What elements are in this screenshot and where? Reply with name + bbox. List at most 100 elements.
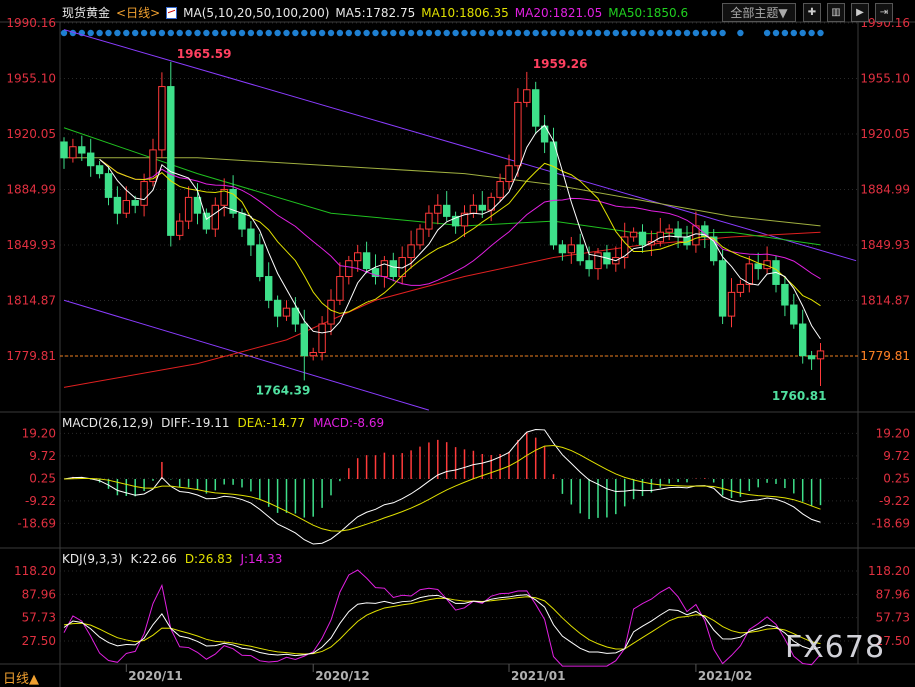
chart-canvas[interactable]: 1990.16 1990.161955.10 1955.101920.05 1920.… [0,0,915,687]
signal-dot [594,29,602,37]
candle-down [718,260,727,317]
signal-dot [710,29,717,37]
kdj-axis-label-left: 87.96 [22,587,56,601]
signal-dot [621,29,628,37]
price-axis-label-left: 1955.10 [6,71,56,85]
kdj-axis-label-right: 87.96 [876,587,910,601]
candle-up [736,283,745,293]
kdj-axis-label-left: 27.50 [22,634,56,648]
signal-dot [87,29,94,37]
candle-down [549,141,558,246]
signal-dot [772,29,780,37]
signal-dot [399,29,406,37]
candle-up [816,350,825,360]
candle-up [318,323,326,354]
candle-down [362,252,371,270]
candle-down [238,212,246,230]
signal-dot [630,29,637,37]
signal-dot [372,29,379,37]
signal-dot [363,29,370,37]
macd-axis-label-right: 9.72 [883,449,910,463]
exit-icon[interactable]: ⇥ [875,3,893,22]
period-tag[interactable]: <日线> [116,4,160,21]
macd-axis-label-left: 0.25 [29,471,56,485]
kdj-j: J:14.33 [240,552,283,566]
signal-dot [479,29,486,37]
signal-dot [105,29,112,37]
x-tick-label: 2020/12 [315,669,369,683]
candle-down [585,260,593,270]
theme-dropdown-button[interactable]: 全部主题▼ [722,3,796,22]
signal-dot [523,29,530,37]
signal-dot [96,29,103,37]
candle-up [407,244,415,259]
candle-down [300,323,309,357]
chart-type-icon[interactable]: ▥ [827,3,845,22]
candle-down [113,196,122,214]
signal-dot [514,29,522,37]
price-extreme-label: 1959.26 [533,57,588,71]
play-icon[interactable]: ▶ [851,3,869,22]
signal-dot [808,29,815,37]
signal-dot [265,29,272,37]
signal-dot [692,29,700,37]
signal-dot [310,29,317,37]
signal-dot [505,29,513,37]
candle-down [256,244,264,278]
price-axis-label-left: 1779.81 [6,349,56,363]
kdj-name: KDJ(9,3,3) [62,552,123,566]
signal-dot [256,29,263,37]
ma100-line [64,157,821,227]
candle-up [434,204,442,214]
signal-dot [274,29,281,37]
candle-down [576,244,584,262]
candle-up [745,263,753,285]
watermark: FX678 [785,630,886,665]
signal-dot [639,29,646,37]
signal-dot [390,29,397,37]
signal-dot [612,29,619,37]
signal-dot [701,29,708,37]
candle-up [327,299,335,325]
signal-dot [585,29,593,37]
price-axis-label-right: 1920.05 [860,127,910,141]
signal-dot [674,29,682,37]
signal-dot [345,29,352,37]
candle-down [167,86,175,236]
candle-up [514,101,522,167]
candle-down [478,204,487,211]
signal-dot [559,29,566,37]
macd-axis-label-right: 0.25 [883,471,910,485]
price-panel-header: 现货黄金 <日线> MA(5,10,20,50,100,200) MA5:178… [62,4,688,21]
period-button[interactable]: 日线▲ [3,668,39,687]
x-tick-label: 2020/11 [128,669,182,683]
candle-down [754,263,762,270]
kdj-axis-label-left: 57.73 [22,611,56,625]
candle-down [790,304,798,325]
macd-axis-label-right: -9.22 [879,494,910,508]
candle-up [122,200,130,214]
trendline-lower-channel [63,299,430,411]
signal-dot [381,29,388,37]
signal-dot [737,29,744,37]
price-axis-label-left: 1990.16 [6,16,56,30]
signal-dot [790,29,797,37]
signal-dot [238,29,246,37]
ma50-value: MA50:1850.6 [608,5,689,20]
candle-down [558,244,567,254]
x-tick-label: 2021/01 [511,669,565,683]
ma200-line [63,231,821,388]
signal-dot [496,29,504,37]
grid-icon[interactable]: ✚ [803,3,821,22]
signal-dot [407,29,415,37]
kdj-j-line [63,569,821,667]
candle-up [496,181,504,198]
signal-dot [666,29,673,37]
candle-down [202,212,211,230]
candle-down [95,165,104,175]
price-extreme-label: 1764.39 [256,383,311,397]
ma-settings-icon[interactable] [166,6,178,19]
kdj-axis-label-right: 57.73 [876,611,910,625]
macd-axis-label-right: -18.69 [871,516,910,530]
signal-dot [167,29,174,37]
